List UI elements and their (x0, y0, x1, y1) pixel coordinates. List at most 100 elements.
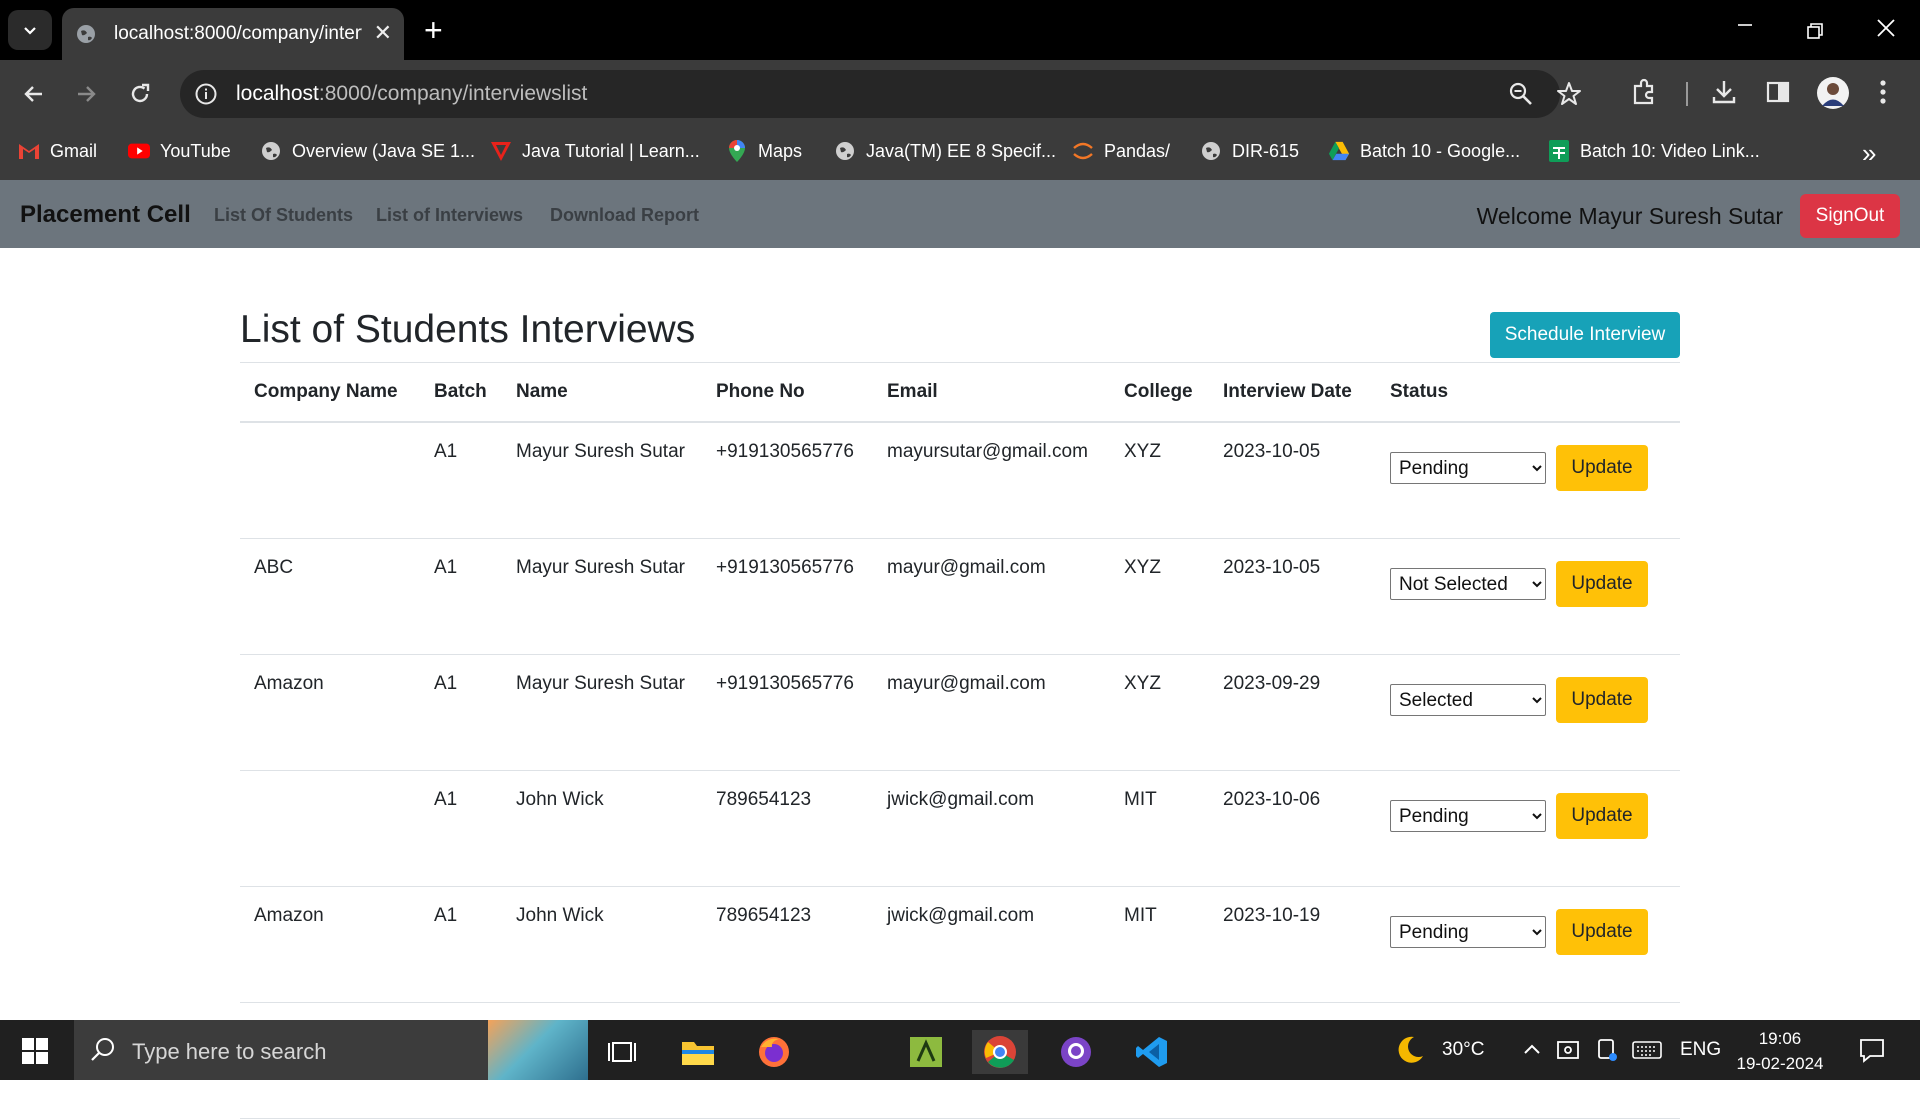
side-panel-icon[interactable] (1764, 78, 1792, 111)
bookmark-java-tutorial[interactable]: Java Tutorial | Learn... (490, 140, 700, 162)
batch-cell: A1 (420, 538, 502, 655)
firefox-icon[interactable] (746, 1030, 802, 1074)
status-cell: PendingSelectedNot Selected Update (1376, 422, 1680, 539)
keyboard-icon[interactable] (1632, 1040, 1662, 1066)
maps-icon (726, 140, 748, 162)
college-cell: MIT (1110, 886, 1209, 1003)
bookmark-java-ee[interactable]: Java(TM) EE 8 Specif... (834, 140, 1056, 162)
column-header-status: Status (1376, 362, 1680, 423)
taskbar-search-box[interactable]: Type here to search (74, 1020, 588, 1080)
college-cell: XYZ (1110, 538, 1209, 655)
update-button[interactable]: Update (1556, 909, 1648, 955)
browser-tab[interactable]: localhost:8000/company/intervi ✕ (62, 8, 404, 60)
update-button[interactable]: Update (1556, 561, 1648, 607)
bookmark-java-overview[interactable]: Overview (Java SE 1... (260, 140, 475, 162)
batch-cell: A1 (420, 886, 502, 1003)
clock-date: 19-02-2024 (1736, 1054, 1824, 1073)
college-cell: MIT (1110, 770, 1209, 887)
restore-icon[interactable] (1806, 20, 1824, 46)
clock-time: 19:06 (1758, 1029, 1802, 1048)
phone-cell: +919130565776 (702, 654, 873, 771)
meet-now-icon[interactable] (1556, 1038, 1580, 1068)
zoom-icon[interactable] (1508, 81, 1534, 112)
chevron-up-icon[interactable] (1522, 1040, 1542, 1066)
name-cell: Mayur Suresh Sutar (502, 654, 702, 771)
bookmark-star-icon[interactable] (1556, 81, 1582, 112)
new-tab-icon[interactable]: + (424, 14, 443, 46)
name-cell: John Wick (502, 770, 702, 887)
nav-link-interviews[interactable]: List of Interviews (376, 205, 523, 226)
weather-temperature[interactable]: 30°C (1442, 1039, 1484, 1061)
search-highlight-image (488, 1020, 588, 1080)
bookmark-batch10-drive[interactable]: Batch 10 - Google... (1328, 140, 1520, 162)
status-select[interactable]: PendingSelectedNot Selected (1390, 684, 1546, 716)
vscode-icon[interactable] (1124, 1030, 1180, 1074)
bookmark-label: Batch 10: Video Link... (1580, 140, 1760, 161)
reload-icon[interactable] (124, 78, 156, 110)
name-cell: John Wick (502, 886, 702, 1003)
notifications-icon[interactable] (1858, 1036, 1886, 1069)
extensions-icon[interactable] (1630, 78, 1658, 111)
column-header-interview-date: Interview Date (1209, 362, 1376, 423)
java-tutorial-icon (490, 140, 512, 162)
update-button[interactable]: Update (1556, 445, 1648, 491)
bookmark-dir615[interactable]: DIR-615 (1200, 140, 1299, 162)
bookmark-youtube[interactable]: YouTube (128, 140, 231, 162)
address-bar[interactable]: localhost:8000/company/interviewslist (180, 70, 1581, 118)
chrome-icon[interactable] (972, 1030, 1028, 1074)
bookmarks-bar: Gmail YouTube Overview (Java SE 1... Jav… (0, 128, 1920, 180)
windows-start-icon[interactable] (22, 1038, 48, 1069)
task-view-icon[interactable] (594, 1030, 650, 1074)
network-icon[interactable] (1596, 1038, 1618, 1068)
tab-title: localhost:8000/company/intervi (114, 23, 362, 44)
company-cell: Amazon (240, 886, 420, 1003)
avatar[interactable] (1816, 76, 1850, 115)
brand-logo[interactable]: Placement Cell (20, 201, 191, 229)
table-row: A1 John Wick 789654123 jwick@gmail.com MIT 20… (240, 770, 1680, 887)
dev-app-icon[interactable] (898, 1030, 954, 1074)
system-clock[interactable]: 19:06 19-02-2024 (1710, 1026, 1850, 1076)
name-cell: Mayur Suresh Sutar (502, 422, 702, 539)
email-cell: mayur@gmail.com (873, 538, 1110, 655)
schedule-interview-button[interactable]: Schedule Interview (1490, 312, 1680, 358)
github-icon[interactable] (1048, 1030, 1104, 1074)
welcome-text: Welcome Mayur Suresh Sutar (1476, 203, 1783, 229)
close-tab-icon[interactable]: ✕ (374, 21, 392, 45)
update-button[interactable]: Update (1556, 793, 1648, 839)
nav-link-students[interactable]: List Of Students (214, 205, 353, 226)
status-select[interactable]: PendingSelectedNot Selected (1390, 800, 1546, 832)
close-window-icon[interactable] (1876, 18, 1896, 44)
more-bookmarks-icon[interactable]: » (1862, 138, 1876, 169)
bookmark-label: Batch 10 - Google... (1360, 140, 1521, 161)
bookmark-batch10-sheets[interactable]: Batch 10: Video Link... (1548, 140, 1760, 162)
bookmark-label: Java Tutorial | Learn... (522, 140, 700, 161)
downloads-icon[interactable] (1710, 78, 1738, 111)
update-button[interactable]: Update (1556, 677, 1648, 723)
email-cell: mayursutar@gmail.com (873, 422, 1110, 539)
youtube-icon (128, 140, 150, 162)
phone-cell: 789654123 (702, 886, 873, 1003)
signout-button[interactable]: SignOut (1800, 194, 1900, 238)
site-info-icon[interactable] (194, 82, 218, 111)
bookmark-label: Pandas/ (1104, 140, 1171, 161)
forward-icon[interactable] (70, 78, 102, 110)
bookmark-maps[interactable]: Maps (726, 140, 802, 162)
weather-moon-icon[interactable] (1394, 1034, 1426, 1071)
back-icon[interactable] (18, 78, 50, 110)
column-header-phone: Phone No (702, 362, 873, 423)
status-cell: PendingSelectedNot Selected Update (1376, 538, 1680, 655)
file-explorer-icon[interactable] (670, 1030, 726, 1074)
nav-link-download-report[interactable]: Download Report (550, 205, 699, 226)
batch-cell: A1 (420, 422, 502, 539)
bookmark-gmail[interactable]: Gmail (18, 140, 97, 162)
minimize-icon[interactable] (1736, 14, 1754, 40)
email-cell: jwick@gmail.com (873, 886, 1110, 1003)
college-cell: XYZ (1110, 422, 1209, 539)
gmail-icon (18, 140, 40, 162)
tab-search-button[interactable] (8, 10, 52, 50)
status-select[interactable]: PendingSelectedNot Selected (1390, 452, 1546, 484)
status-select[interactable]: PendingSelectedNot Selected (1390, 916, 1546, 948)
status-select[interactable]: PendingSelectedNot Selected (1390, 568, 1546, 600)
bookmark-pandas[interactable]: Pandas/ (1072, 140, 1170, 162)
more-menu-icon[interactable] (1878, 78, 1888, 111)
